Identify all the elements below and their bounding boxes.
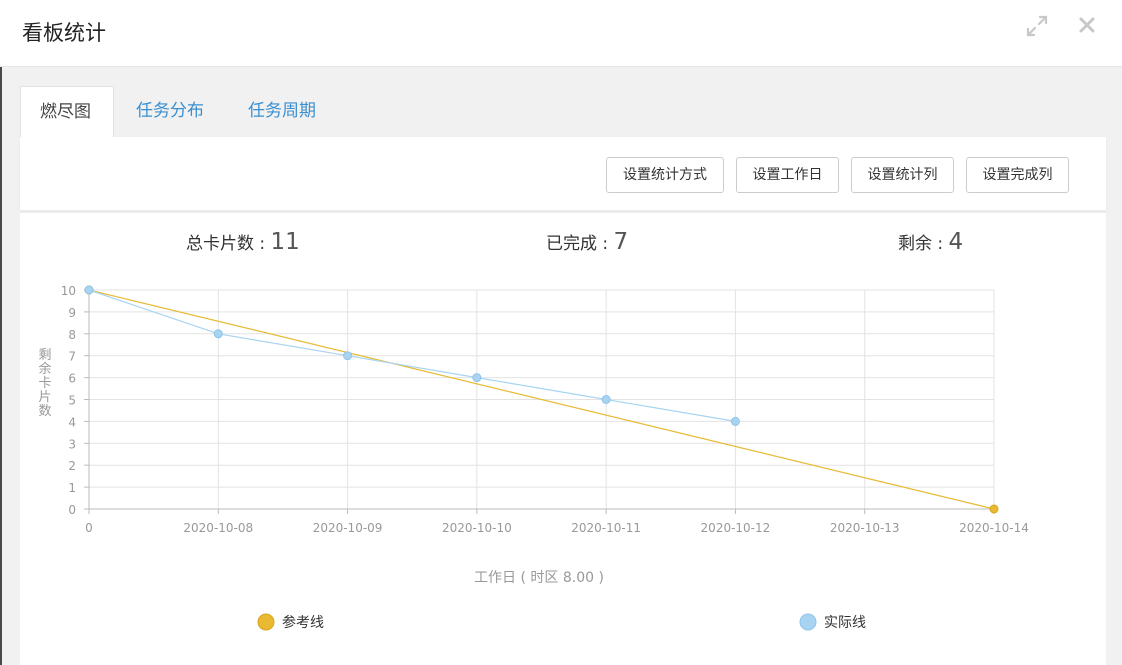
chart-legend: 参考线 实际线 xyxy=(257,613,866,631)
x-tick-label: 0 xyxy=(85,521,93,535)
legend-label-0: 参考线 xyxy=(282,614,324,631)
y-tick-label: 9 xyxy=(68,306,76,320)
y-tick-labels: 0 1 2 3 4 5 6 7 8 9 10 xyxy=(61,284,89,517)
set-stat-columns-button[interactable]: 设置统计列 xyxy=(851,157,954,193)
legend-swatch-1 xyxy=(799,613,817,631)
data-point-1 xyxy=(472,373,482,383)
chart-panel: 总卡片数 : 11 已完成 : 7 剩余 : 4 0 1 2 3 4 5 6 7 8 9 10 02… xyxy=(20,213,1106,665)
expand-icon[interactable] xyxy=(1026,15,1048,37)
y-axis-label-char: 片 xyxy=(38,390,51,405)
y-axis-label-char: 剩 xyxy=(38,348,51,363)
y-axis-label-char: 卡 xyxy=(38,376,51,391)
y-tick-label: 3 xyxy=(68,437,76,451)
y-tick-label: 8 xyxy=(68,328,76,342)
burndown-chart: 0 1 2 3 4 5 6 7 8 9 10 0 2020-10-08 2020-10-09 2020-1… xyxy=(38,284,1029,631)
set-done-columns-button[interactable]: 设置完成列 xyxy=(966,157,1069,193)
y-tick-label: 5 xyxy=(68,394,76,408)
x-tick-label: 2020-10-10 xyxy=(442,521,512,535)
dialog-title: 看板统计 xyxy=(22,21,106,45)
tab-task-distribution[interactable]: 任务分布 xyxy=(136,86,204,138)
x-tick-label: 2020-10-11 xyxy=(571,521,641,535)
data-point-1 xyxy=(343,351,353,361)
x-axis-label: 工作日 ( 时区 8.00 ) xyxy=(474,570,604,586)
x-tick-label: 2020-10-09 xyxy=(313,521,383,535)
data-point-1 xyxy=(213,329,223,339)
y-tick-label: 7 xyxy=(68,350,76,364)
dialog-header: 看板统计 xyxy=(0,0,1122,67)
legend-label-1: 实际线 xyxy=(824,615,866,631)
x-tick-labels: 0 2020-10-08 2020-10-09 2020-10-10 2020-10-1… xyxy=(85,509,1029,535)
tab-task-cycle[interactable]: 任务周期 xyxy=(248,86,316,138)
x-tick-label: 2020-10-08 xyxy=(183,521,253,535)
y-tick-label: 1 xyxy=(68,481,76,495)
toolbar: 设置统计方式 设置工作日 设置统计列 设置完成列 xyxy=(20,137,1106,211)
backdrop-edge xyxy=(0,0,2,665)
x-tick-label: 2020-10-12 xyxy=(701,521,771,535)
y-tick-label: 2 xyxy=(68,459,76,473)
legend-swatch-0 xyxy=(257,613,275,631)
y-tick-label: 0 xyxy=(68,503,76,517)
y-tick-label: 4 xyxy=(68,415,76,429)
y-tick-label: 6 xyxy=(68,372,76,386)
x-tick-label: 2020-10-14 xyxy=(959,521,1029,535)
y-axis-label-char: 数 xyxy=(38,404,51,419)
data-point-1 xyxy=(84,285,94,295)
y-tick-label: 10 xyxy=(61,284,76,298)
tab-burndown[interactable]: 燃尽图 xyxy=(20,86,114,138)
set-workdays-button[interactable]: 设置工作日 xyxy=(736,157,839,193)
x-tick-label: 2020-10-13 xyxy=(830,521,900,535)
data-point-1 xyxy=(730,416,740,426)
data-point-1 xyxy=(601,395,611,404)
y-axis-label-char: 余 xyxy=(38,361,51,377)
y-axis-label: 剩余卡片数 xyxy=(38,348,51,419)
set-stat-method-button[interactable]: 设置统计方式 xyxy=(606,157,724,193)
close-icon[interactable] xyxy=(1077,15,1097,35)
data-point-0 xyxy=(989,504,999,514)
